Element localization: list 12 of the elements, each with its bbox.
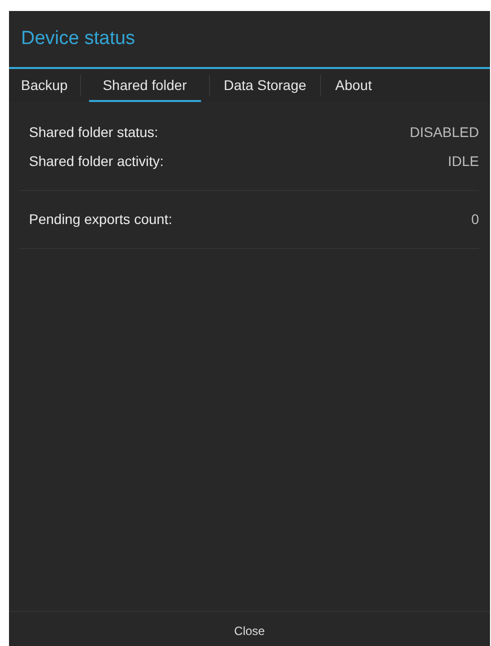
- status-label: Pending exports count:: [29, 211, 172, 227]
- status-value: DISABLED: [410, 124, 479, 140]
- tab[interactable]: Backup: [9, 69, 80, 102]
- tab[interactable]: About: [321, 69, 386, 102]
- status-label: Shared folder status:: [29, 124, 158, 140]
- status-label: Shared folder activity:: [29, 153, 164, 169]
- dialog-title: Device status: [21, 28, 136, 50]
- status-value: IDLE: [448, 153, 479, 169]
- tab[interactable]: Shared folder: [88, 69, 201, 102]
- status-value: 0: [471, 211, 479, 227]
- close-button[interactable]: Close: [9, 612, 490, 646]
- tab[interactable]: Data Storage: [210, 69, 320, 102]
